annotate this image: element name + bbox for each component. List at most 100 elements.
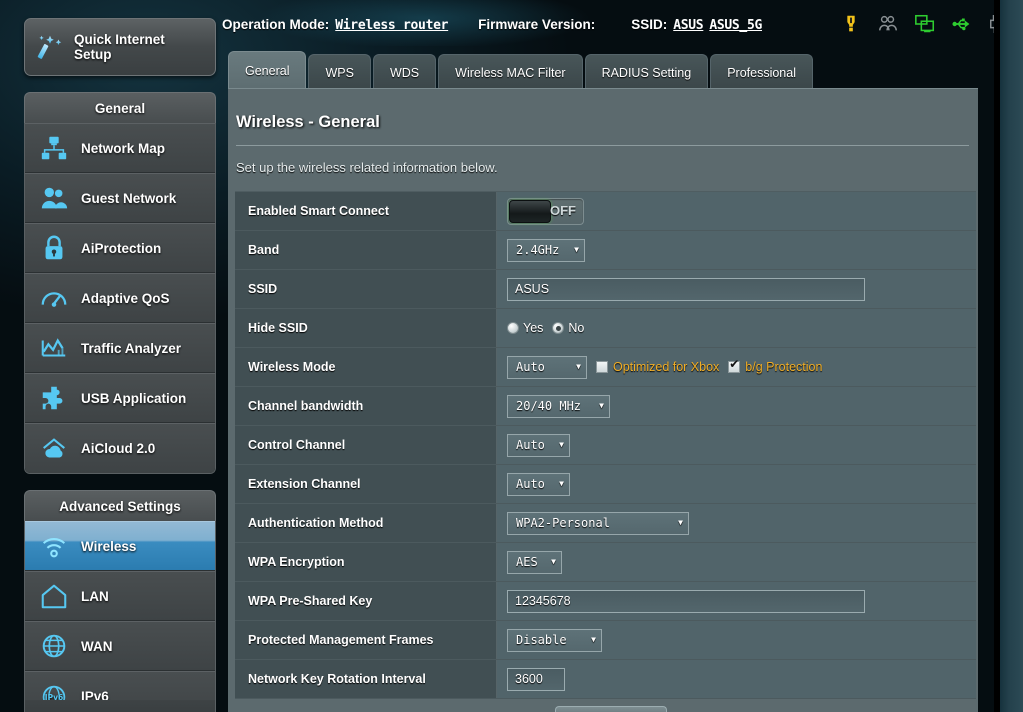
wireless-mode-select[interactable]: Auto ▼ (507, 355, 587, 379)
tab-radius-setting[interactable]: RADIUS Setting (584, 54, 709, 90)
radio-icon (507, 322, 519, 334)
sidebar-item-guest-network[interactable]: Guest Network (25, 173, 215, 223)
house-icon (41, 584, 67, 609)
sidebar-item-usb-application[interactable]: USB Application (25, 373, 215, 423)
channel-bandwidth-select-value: 20/40 MHz (516, 399, 582, 413)
ssid-input[interactable]: ASUS (507, 277, 865, 301)
sidebar-item-label: AiProtection (81, 240, 162, 256)
ssid-label: SSID: (631, 17, 668, 32)
sidebar-item-label: Adaptive QoS (81, 290, 170, 306)
quick-internet-setup-label: Quick Internet Setup (74, 32, 165, 62)
chevron-down-icon: ▼ (574, 245, 579, 254)
sidebar-item-network-map[interactable]: Network Map (25, 123, 215, 173)
wpa-encryption-select-value: AES (516, 555, 538, 569)
page-title: Wireless - General (236, 113, 380, 131)
tab-bar: General WPS WDS Wireless MAC Filter RADI… (228, 51, 813, 90)
toggle-knob (509, 199, 551, 223)
form-row-wpa-pre-shared-key: WPA Pre-Shared Key 12345678 (235, 582, 976, 621)
notification-bulb-icon[interactable] (840, 13, 862, 35)
quick-internet-setup-button[interactable]: Quick Internet Setup (24, 18, 216, 76)
sidebar-item-aicloud[interactable]: AiCloud 2.0 (25, 423, 215, 473)
tab-professional[interactable]: Professional (710, 54, 813, 90)
chevron-down-icon: ▼ (559, 479, 564, 488)
control-channel-select-value: Auto (516, 438, 545, 452)
top-info-group: Operation Mode: Wireless router Firmware… (222, 17, 762, 33)
row-value: OFF (497, 192, 976, 230)
sidebar-item-lan[interactable]: LAN (25, 571, 215, 621)
row-value: AES ▼ (497, 543, 976, 581)
wpa-encryption-select[interactable]: AES ▼ (507, 550, 562, 574)
wpa-pre-shared-key-input[interactable]: 12345678 (507, 589, 865, 613)
network-monitors-icon[interactable] (914, 13, 936, 35)
checkbox-icon-checked (728, 358, 741, 373)
hide-ssid-radio-no[interactable]: No (552, 321, 584, 335)
row-label: WPA Encryption (235, 543, 497, 581)
channel-bandwidth-select[interactable]: 20/40 MHz ▼ (507, 394, 610, 418)
tab-wireless-mac-filter[interactable]: Wireless MAC Filter (438, 54, 583, 90)
chevron-down-icon: ▼ (678, 518, 683, 527)
sidebar: Quick Internet Setup General Network Map (24, 18, 216, 712)
row-label: Protected Management Frames (235, 621, 497, 659)
tab-general[interactable]: General (228, 51, 307, 90)
guest-network-icon (41, 187, 68, 209)
network-map-icon (41, 136, 67, 160)
panel-header: Wireless - General Set up the wireless r… (228, 89, 978, 191)
form-row-network-key-rotation-interval: Network Key Rotation Interval 3600 (235, 660, 976, 699)
checkbox-icon (596, 361, 608, 373)
usb-icon[interactable] (951, 13, 973, 35)
row-label: Enabled Smart Connect (235, 192, 497, 230)
tab-wds[interactable]: WDS (372, 54, 437, 90)
authentication-method-select-value: WPA2-Personal (516, 516, 610, 530)
operation-mode-value[interactable]: Wireless router (335, 18, 448, 33)
tab-wps[interactable]: WPS (308, 54, 371, 90)
chevron-down-icon: ▼ (591, 635, 596, 644)
clients-users-icon[interactable] (877, 13, 899, 35)
row-label: SSID (235, 270, 497, 308)
apply-button[interactable] (555, 706, 667, 712)
smart-connect-toggle[interactable]: OFF (507, 197, 584, 225)
extension-channel-select[interactable]: Auto ▼ (507, 472, 570, 496)
globe-icon (42, 634, 66, 658)
row-label: Band (235, 231, 497, 269)
sidebar-item-adaptive-qos[interactable]: Adaptive QoS (25, 273, 215, 323)
hide-ssid-radio-yes[interactable]: Yes (507, 321, 543, 335)
sidebar-item-aiprotection[interactable]: AiProtection (25, 223, 215, 273)
sidebar-item-label: WAN (81, 638, 113, 654)
form-row-ssid: SSID ASUS (235, 270, 976, 309)
sidebar-bottom-cap (24, 700, 216, 712)
sidebar-item-wan[interactable]: WAN (25, 621, 215, 671)
toggle-state-label: OFF (550, 202, 576, 218)
row-label: Extension Channel (235, 465, 497, 503)
firmware-version-label: Firmware Version: (478, 17, 596, 32)
row-value: Yes No (497, 309, 976, 347)
row-label: Authentication Method (235, 504, 497, 542)
gauge-icon (41, 292, 67, 307)
sidebar-advanced-menu: Wireless LAN WAN IPv6 IPv6 (24, 521, 216, 712)
band-select[interactable]: 2.4GHz ▼ (507, 238, 585, 262)
control-channel-select[interactable]: Auto ▼ (507, 433, 570, 457)
ssid-value-24ghz[interactable]: ASUS (673, 18, 703, 33)
bg-protection-checkbox[interactable]: b/g Protection (728, 358, 822, 374)
sidebar-advanced-header-label: Advanced Settings (59, 498, 181, 514)
radio-label: No (568, 321, 585, 335)
right-side-strip (1000, 0, 1023, 712)
sidebar-item-traffic-analyzer[interactable]: Traffic Analyzer (25, 323, 215, 373)
row-label: Network Key Rotation Interval (235, 660, 497, 698)
authentication-method-select[interactable]: WPA2-Personal ▼ (507, 511, 689, 535)
form-row-band: Band 2.4GHz ▼ (235, 231, 976, 270)
form-row-protected-management-frames: Protected Management Frames Disable ▼ (235, 621, 976, 660)
checkbox-label: Optimized for Xbox (613, 360, 720, 374)
radio-icon-selected (552, 322, 565, 334)
ssid-value-5ghz[interactable]: ASUS_5G (709, 18, 762, 33)
row-value: Disable ▼ (497, 621, 976, 659)
row-label: WPA Pre-Shared Key (235, 582, 497, 620)
sidebar-general-menu: Network Map Guest Network AiProtection A… (24, 123, 216, 474)
sidebar-section-general-header: General (24, 92, 216, 123)
protected-management-frames-select[interactable]: Disable ▼ (507, 628, 602, 652)
sidebar-item-wireless[interactable]: Wireless (25, 521, 215, 571)
optimized-for-xbox-checkbox[interactable]: Optimized for Xbox (596, 360, 719, 374)
network-key-rotation-interval-input[interactable]: 3600 (507, 667, 565, 691)
row-value: Auto ▼ (497, 465, 976, 503)
band-select-value: 2.4GHz (516, 243, 560, 257)
row-value: 20/40 MHz ▼ (497, 387, 976, 425)
